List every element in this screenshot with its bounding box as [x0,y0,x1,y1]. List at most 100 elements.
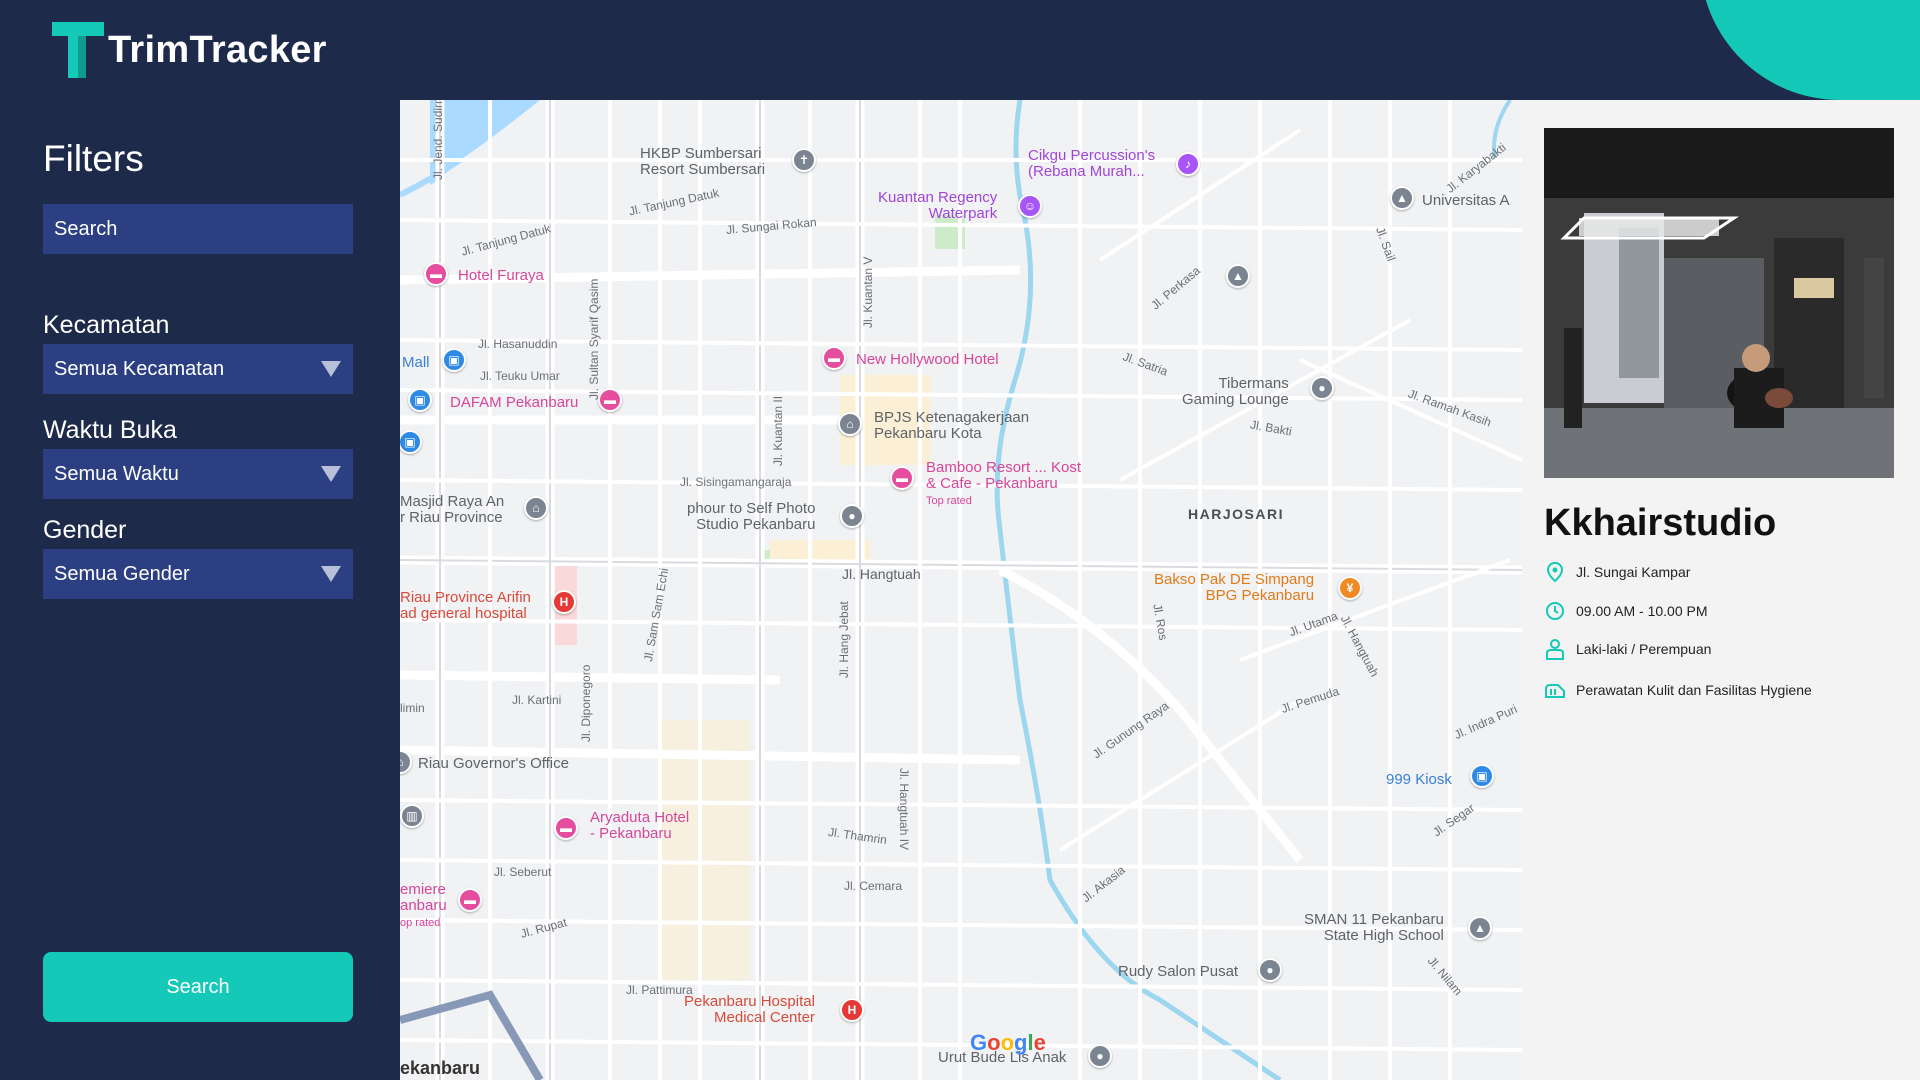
place-label[interactable]: ekanbaru [400,1059,480,1077]
search-button[interactable]: Search [43,952,353,1022]
waterpark-icon[interactable]: ☺ [1018,194,1042,218]
facilities-text: Perawatan Kulit dan Fasilitas Hygiene [1576,682,1812,698]
hotel-icon[interactable]: ▬ [890,466,914,490]
music-icon[interactable]: ♪ [1176,152,1200,176]
road-label: Jl. Diponegoro [579,664,593,742]
logo-mark-icon [52,22,104,78]
place-label[interactable]: Kuantan Regency Waterpark [878,190,997,222]
gender-label: Gender [43,516,127,544]
app-logo[interactable]: TrimTracker [52,22,327,78]
place-label[interactable]: New Hollywood Hotel [856,352,999,368]
barbershop-name: Kkhairstudio [1544,502,1777,544]
road-label: Jl. Hangtuah IV [897,768,911,851]
road-label: Jl. Kuantan II [771,395,785,466]
place-label[interactable]: SMAN 11 Pekanbaru State High School [1304,912,1444,944]
place-label[interactable]: Universitas A [1422,193,1510,209]
person-icon [1544,638,1566,660]
map-view[interactable]: HKBP Sumbersari Resort Sumbersari ✝ Cikgu… [400,100,1522,1080]
place-label[interactable]: BPJS Ketenagakerjaan Pekanbaru Kota [874,410,1029,442]
school-icon[interactable]: ▲ [1390,186,1414,210]
hotel-icon[interactable]: ▬ [554,816,578,840]
waktu-buka-label: Waktu Buka [43,416,177,444]
hotel-icon[interactable]: ▬ [424,262,448,286]
school-icon[interactable]: ▲ [1226,264,1250,288]
filters-title: Filters [43,138,144,179]
app-header: TrimTracker [0,0,1920,100]
place-label[interactable]: Pekanbaru Hospital Medical Center [684,994,815,1026]
road-label: Jl. Hasanuddin [478,337,558,351]
waktu-buka-select[interactable]: Semua Waktu [43,449,353,499]
place-label[interactable]: HKBP Sumbersari Resort Sumbersari [640,146,765,178]
waktu-buka-selected-value: Semua Waktu [54,462,179,485]
address-text: Jl. Sungai Kampar [1576,564,1691,580]
gaming-icon[interactable]: ● [1310,376,1334,400]
kecamatan-select[interactable]: Semua Kecamatan [43,344,353,394]
gender-text: Laki-laki / Perempuan [1576,641,1712,657]
hospital-icon[interactable]: H [552,590,576,614]
hotel-icon[interactable]: ▬ [458,888,482,912]
road-label: Jl. Hangtuah [842,566,921,582]
government-office-icon[interactable]: ⌂ [838,412,862,436]
gender-selected-value: Semua Gender [54,562,190,585]
road-label: Jl. Jend. Sudirman [431,100,445,180]
search-input-placeholder: Search [54,217,118,240]
facilities-row: Perawatan Kulit dan Fasilitas Hygiene [1544,679,1812,701]
chevron-down-icon [321,466,341,482]
barbershop-photo [1544,128,1894,478]
place-label[interactable]: DAFAM Pekanbaru [450,395,578,411]
church-icon[interactable]: ✝ [792,148,816,172]
place-label[interactable]: phour to Self Photo Studio Pekanbaru [687,501,815,533]
hotel-icon[interactable]: ▬ [822,346,846,370]
restaurant-icon[interactable]: ¥ [1338,576,1362,600]
location-pin-icon [1544,561,1566,583]
road-label: Jl. Kartini [512,693,562,707]
chevron-down-icon [321,361,341,377]
area-label: HARJOSARI [1188,506,1284,522]
kecamatan-selected-value: Semua Kecamatan [54,357,225,380]
google-attribution-logo: Google [970,1030,1046,1055]
gender-row: Laki-laki / Perempuan [1544,638,1711,660]
salon-icon[interactable]: ● [1258,958,1282,982]
road-label: Jl. Cemara [844,879,903,893]
road-label: Jl. Sultan Syarif Qasim [587,278,601,400]
kecamatan-label: Kecamatan [43,311,170,339]
road-label: limin [400,701,425,715]
place-label[interactable]: Rudy Salon Pusat [1118,964,1238,980]
place-label[interactable]: Hotel Furaya [458,268,544,284]
road-label: Jl. Pattimura [626,983,693,997]
search-input[interactable]: Search [43,204,353,254]
mosque-icon[interactable]: ⌂ [524,496,548,520]
place-label[interactable]: 999 Kiosk [1386,772,1452,788]
road-label: Jl. Sisingamangaraja [680,475,792,489]
shopping-bag-icon[interactable]: ▣ [408,388,432,412]
barbershop-detail-panel: Kkhairstudio Jl. Sungai Kampar 09.00 AM … [1522,100,1920,1080]
address-row: Jl. Sungai Kampar [1544,561,1690,583]
road-label: Jl. Teuku Umar [480,369,560,383]
road-label: Jl. Hang Jebat [837,601,851,678]
filters-sidebar: Filters Search Kecamatan Semua Kecamatan… [0,100,400,1080]
clock-icon [1544,600,1566,622]
hours-row: 09.00 AM - 10.00 PM [1544,600,1708,622]
place-label[interactable]: Masjid Raya An r Riau Province [400,494,504,526]
hospital-icon[interactable]: H [840,998,864,1022]
place-label[interactable]: Tibermans Gaming Lounge [1182,376,1289,408]
place-label[interactable]: Aryaduta Hotel - Pekanbaru [590,810,689,842]
hours-text: 09.00 AM - 10.00 PM [1576,603,1708,619]
shopping-bag-icon[interactable]: ▣ [1470,764,1494,788]
place-label[interactable]: Riau Governor's Office [418,756,569,772]
camera-icon[interactable]: ● [840,504,864,528]
place-label[interactable]: Cikgu Percussion's (Rebana Murah... [1028,148,1155,180]
chevron-down-icon [321,566,341,582]
place-label[interactable]: Bamboo Resort ... Kost & Cafe - Pekanbaru… [926,460,1081,509]
school-icon[interactable]: ▲ [1468,916,1492,940]
shopping-bag-icon[interactable]: ▣ [442,348,466,372]
place-label[interactable]: emiere anbaru op rated [400,882,447,931]
massage-icon[interactable]: ● [1088,1044,1112,1068]
place-label[interactable]: Riau Province Arifin ad general hospital [400,590,531,622]
place-label[interactable]: Mall [402,355,430,371]
library-icon[interactable]: ▥ [400,804,424,828]
place-label[interactable]: Bakso Pak DE Simpang BPG Pekanbaru [1154,572,1314,604]
road-label: Jl. Kuantan V [861,256,875,328]
gender-select[interactable]: Semua Gender [43,549,353,599]
decorative-corner-shape [1700,0,1920,100]
